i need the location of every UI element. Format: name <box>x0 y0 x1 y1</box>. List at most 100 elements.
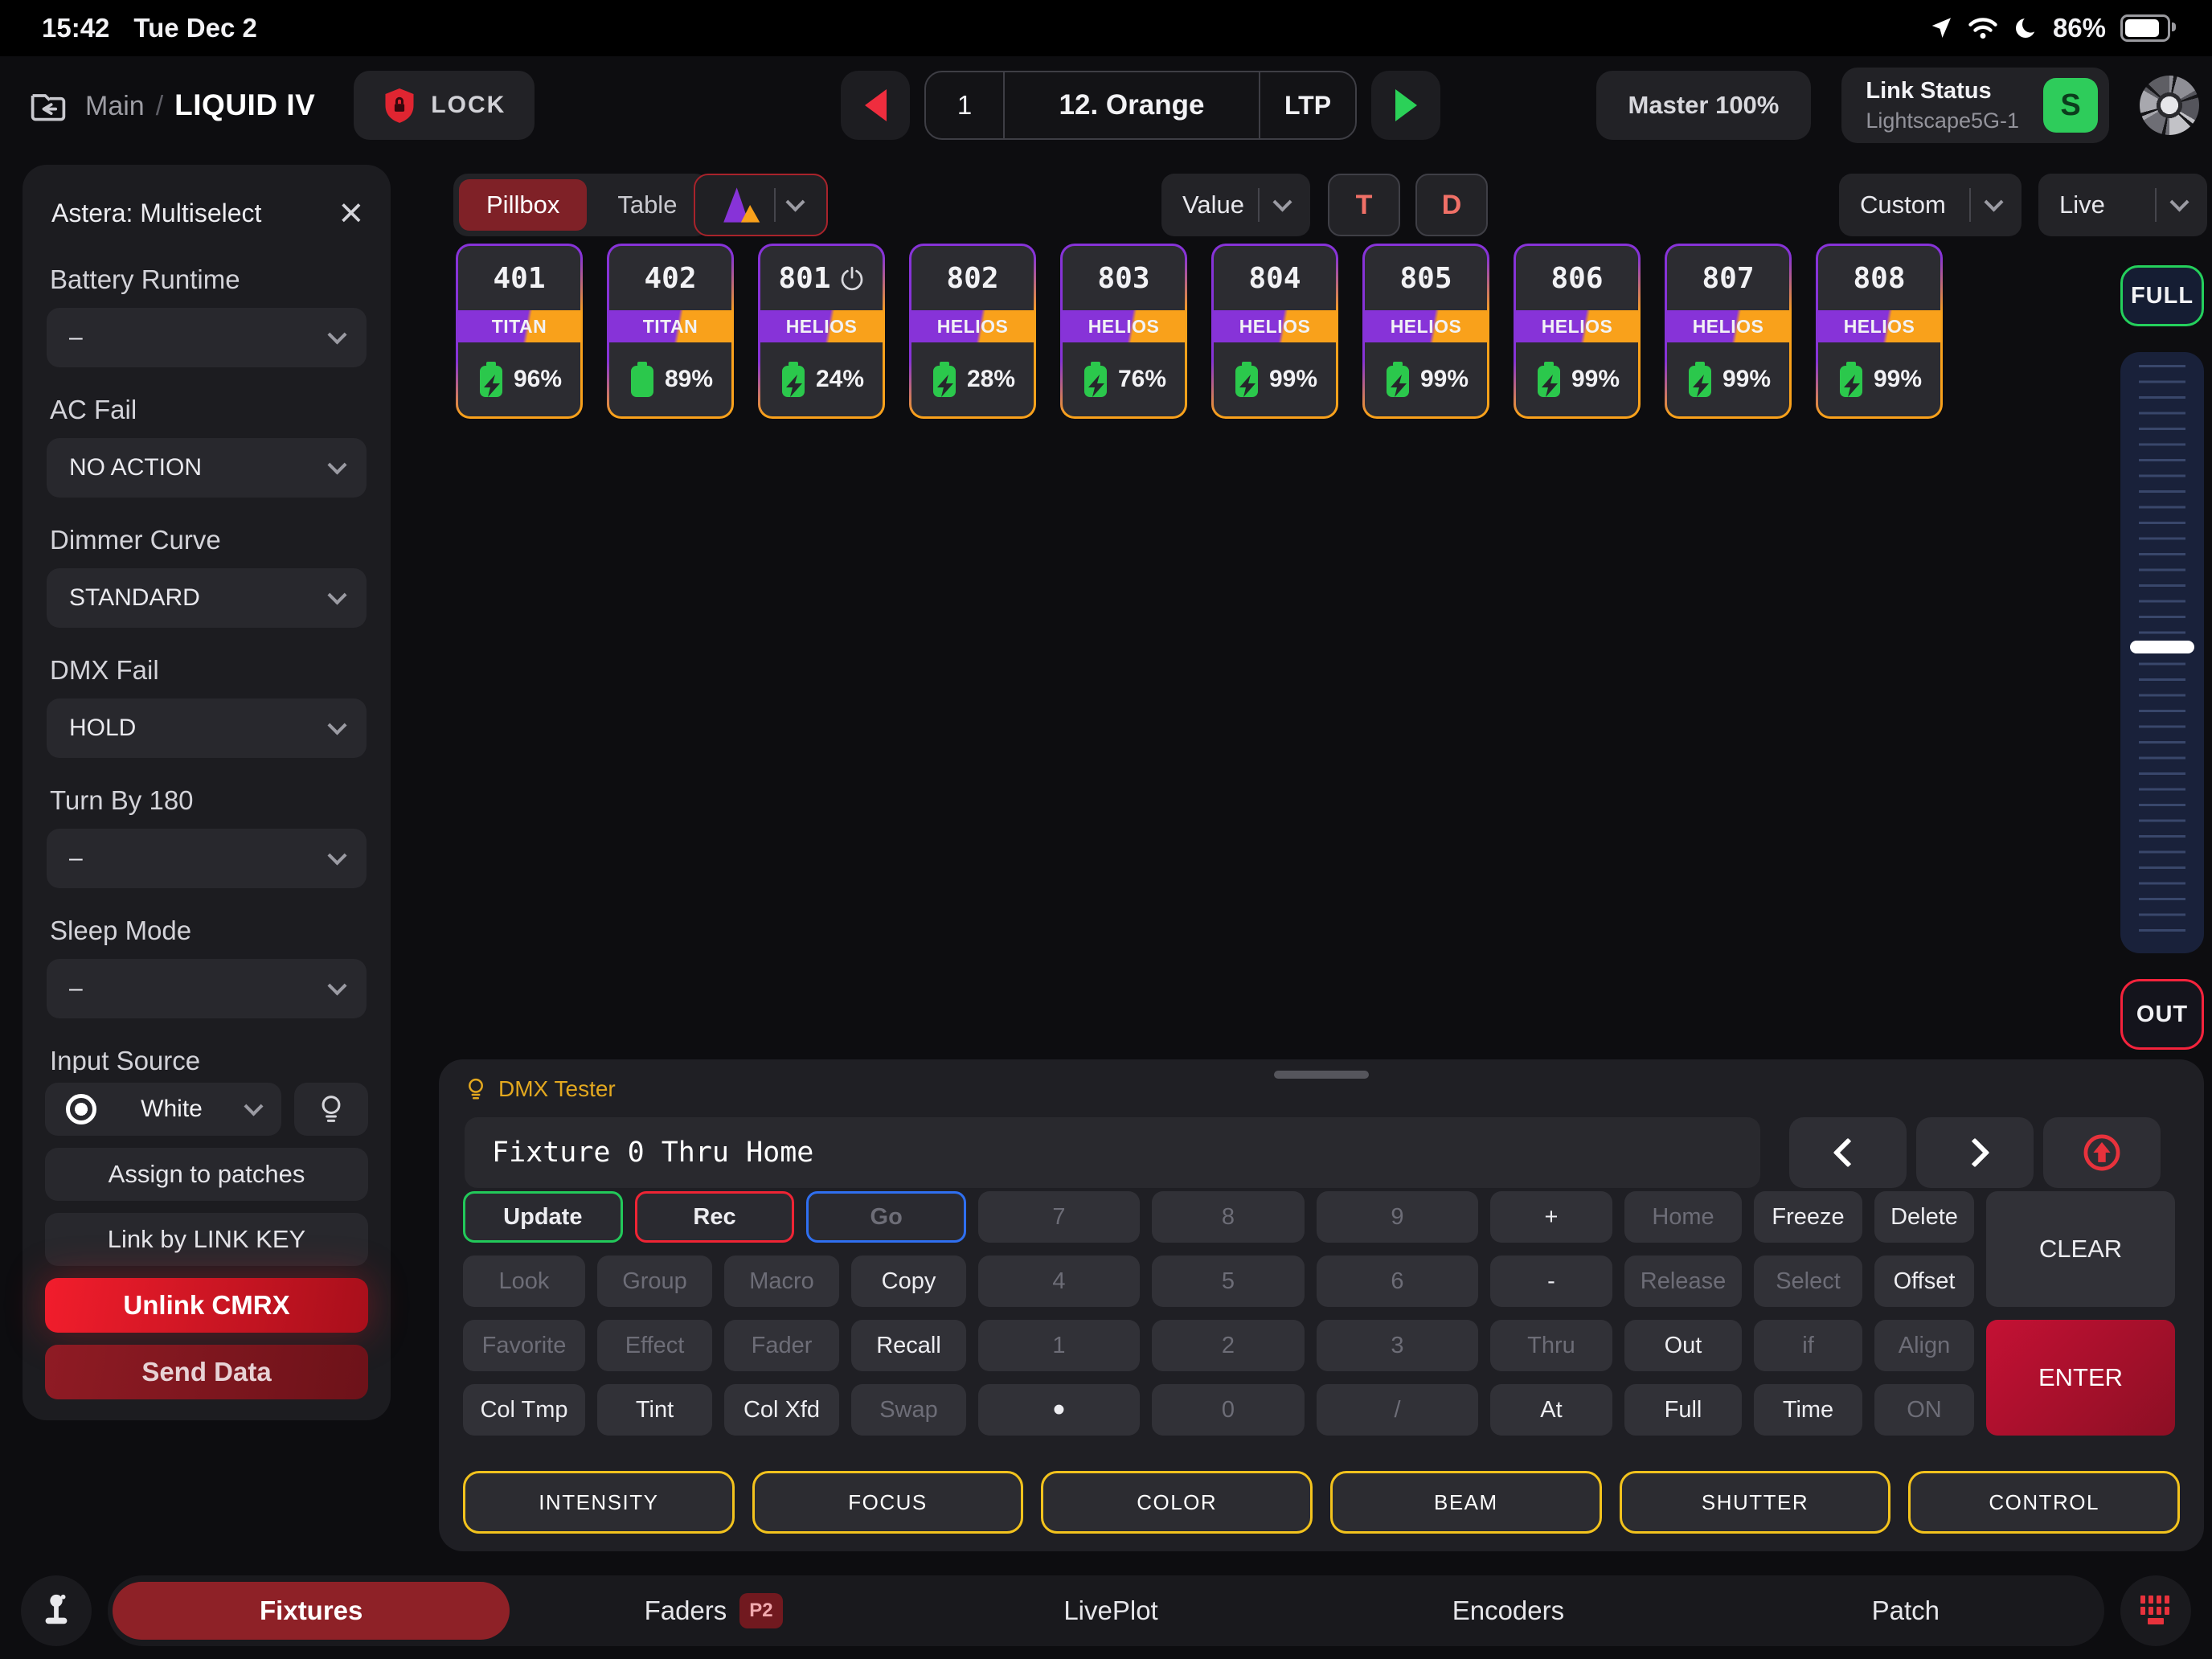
nav-item-fixtures[interactable]: Fixtures <box>113 1582 510 1640</box>
fixture-tile-808[interactable]: 808HELIOS99% <box>1816 244 1943 419</box>
key-col-xfd[interactable]: Col Xfd <box>724 1384 839 1436</box>
key-look[interactable]: Look <box>463 1256 585 1307</box>
fixture-tile-806[interactable]: 806HELIOS99% <box>1514 244 1641 419</box>
key-7[interactable]: 7 <box>978 1191 1140 1243</box>
cue-name[interactable]: 12. Orange <box>1003 72 1260 138</box>
key-on[interactable]: ON <box>1874 1384 1974 1436</box>
key-0[interactable]: 0 <box>1152 1384 1305 1436</box>
field-select[interactable]: – <box>47 829 367 888</box>
fixture-tile-402[interactable]: 402TITAN89% <box>607 244 734 419</box>
nav-item-liveplot[interactable]: LivePlot <box>912 1575 1309 1646</box>
key-select[interactable]: Select <box>1754 1256 1862 1307</box>
key-thru[interactable]: Thru <box>1490 1320 1612 1371</box>
key-group[interactable]: Group <box>597 1256 712 1307</box>
key-at[interactable]: At <box>1490 1384 1612 1436</box>
link-status-card[interactable]: Link Status Lightscape5G-1 S <box>1841 68 2109 143</box>
send-data-button[interactable]: Send Data <box>45 1345 368 1399</box>
drag-handle[interactable] <box>1274 1071 1369 1079</box>
color-wheel-icon[interactable] <box>2140 76 2199 135</box>
unlink-cmrx-button[interactable]: Unlink CMRX <box>45 1278 368 1333</box>
show-file-icon[interactable] <box>29 88 68 123</box>
cue-mode[interactable]: LTP <box>1260 91 1355 121</box>
view-option-pillbox[interactable]: Pillbox <box>459 179 587 231</box>
value-dropdown[interactable]: Value <box>1161 174 1310 236</box>
custom-dropdown[interactable]: Custom <box>1839 174 2022 236</box>
key-clear[interactable]: CLEAR <box>1986 1191 2175 1307</box>
command-next-button[interactable] <box>1916 1117 2034 1188</box>
fixture-tile-805[interactable]: 805HELIOS99% <box>1362 244 1489 419</box>
key-tint[interactable]: Tint <box>597 1384 712 1436</box>
breadcrumb-current[interactable]: LIQUID IV <box>174 88 315 122</box>
tab-focus[interactable]: FOCUS <box>752 1471 1024 1534</box>
fixture-tile-804[interactable]: 804HELIOS99% <box>1211 244 1338 419</box>
key-home[interactable]: Home <box>1624 1191 1742 1243</box>
key--[interactable]: - <box>1490 1256 1612 1307</box>
tab-beam[interactable]: BEAM <box>1330 1471 1602 1534</box>
key-update[interactable]: Update <box>463 1191 623 1243</box>
key-4[interactable]: 4 <box>978 1256 1140 1307</box>
field-select[interactable]: – <box>47 959 367 1018</box>
key-favorite[interactable]: Favorite <box>463 1320 585 1371</box>
breadcrumb[interactable]: Main / LIQUID IV <box>85 88 315 122</box>
nav-item-patch[interactable]: Patch <box>1707 1575 2104 1646</box>
key-go[interactable]: Go <box>806 1191 966 1243</box>
key-copy[interactable]: Copy <box>851 1256 966 1307</box>
fixture-tile-807[interactable]: 807HELIOS99% <box>1665 244 1792 419</box>
input-source-select[interactable]: White <box>45 1083 281 1136</box>
key-2[interactable]: 2 <box>1152 1320 1305 1371</box>
fixture-tile-803[interactable]: 803HELIOS76% <box>1060 244 1187 419</box>
key-/[interactable]: / <box>1317 1384 1478 1436</box>
key-offset[interactable]: Offset <box>1874 1256 1974 1307</box>
joystick-button[interactable] <box>21 1575 92 1646</box>
master-button[interactable]: Master 100% <box>1596 71 1812 140</box>
lock-button[interactable]: LOCK <box>354 71 535 140</box>
field-select[interactable]: STANDARD <box>47 568 367 628</box>
key-recall[interactable]: Recall <box>851 1320 966 1371</box>
full-button[interactable]: FULL <box>2120 265 2204 326</box>
tab-intensity[interactable]: INTENSITY <box>463 1471 735 1534</box>
cue-number[interactable]: 1 <box>926 90 1003 121</box>
key-effect[interactable]: Effect <box>597 1320 712 1371</box>
key-9[interactable]: 9 <box>1317 1191 1478 1243</box>
breadcrumb-root[interactable]: Main <box>85 91 145 122</box>
key-delete[interactable]: Delete <box>1874 1191 1974 1243</box>
power-icon[interactable] <box>839 265 865 291</box>
key-3[interactable]: 3 <box>1317 1320 1478 1371</box>
key-out[interactable]: Out <box>1624 1320 1742 1371</box>
key-align[interactable]: Align <box>1874 1320 1974 1371</box>
link-by-link-key-button[interactable]: Link by LINK KEY <box>45 1213 368 1266</box>
tab-shutter[interactable]: SHUTTER <box>1620 1471 1891 1534</box>
key-full[interactable]: Full <box>1624 1384 1742 1436</box>
delay-button[interactable]: D <box>1415 174 1488 236</box>
cue-prev-button[interactable] <box>841 71 910 140</box>
view-option-table[interactable]: Table <box>590 179 704 231</box>
key-fader[interactable]: Fader <box>724 1320 839 1371</box>
cue-widget[interactable]: 1 12. Orange LTP <box>924 71 1357 140</box>
nav-item-encoders[interactable]: Encoders <box>1309 1575 1706 1646</box>
command-prev-button[interactable] <box>1789 1117 1907 1188</box>
field-select[interactable]: HOLD <box>47 698 367 758</box>
highlight-button[interactable] <box>294 1083 368 1136</box>
cue-next-button[interactable] <box>1371 71 1440 140</box>
key-col-tmp[interactable]: Col Tmp <box>463 1384 585 1436</box>
command-line-input[interactable]: Fixture 0 Thru Home <box>465 1117 1760 1188</box>
key-freeze[interactable]: Freeze <box>1754 1191 1862 1243</box>
key-enter[interactable]: ENTER <box>1986 1320 2175 1436</box>
command-send-button[interactable] <box>2043 1117 2161 1188</box>
key-release[interactable]: Release <box>1624 1256 1742 1307</box>
fixture-tile-401[interactable]: 401TITAN96% <box>456 244 583 419</box>
tab-control[interactable]: CONTROL <box>1908 1471 2180 1534</box>
key-+[interactable]: + <box>1490 1191 1612 1243</box>
fader-track[interactable] <box>2120 352 2204 953</box>
key-time[interactable]: Time <box>1754 1384 1862 1436</box>
tab-color[interactable]: COLOR <box>1041 1471 1313 1534</box>
panel-scroll-area[interactable]: Battery Runtime–AC FailNO ACTIONDimmer C… <box>45 229 368 1073</box>
key-5[interactable]: 5 <box>1152 1256 1305 1307</box>
out-button[interactable]: OUT <box>2120 979 2204 1050</box>
key-•[interactable]: • <box>978 1384 1140 1436</box>
field-select[interactable]: NO ACTION <box>47 438 367 498</box>
key-macro[interactable]: Macro <box>724 1256 839 1307</box>
assign-to-patches-button[interactable]: Assign to patches <box>45 1148 368 1201</box>
key-6[interactable]: 6 <box>1317 1256 1478 1307</box>
fixture-tile-801[interactable]: 801HELIOS24% <box>758 244 885 419</box>
